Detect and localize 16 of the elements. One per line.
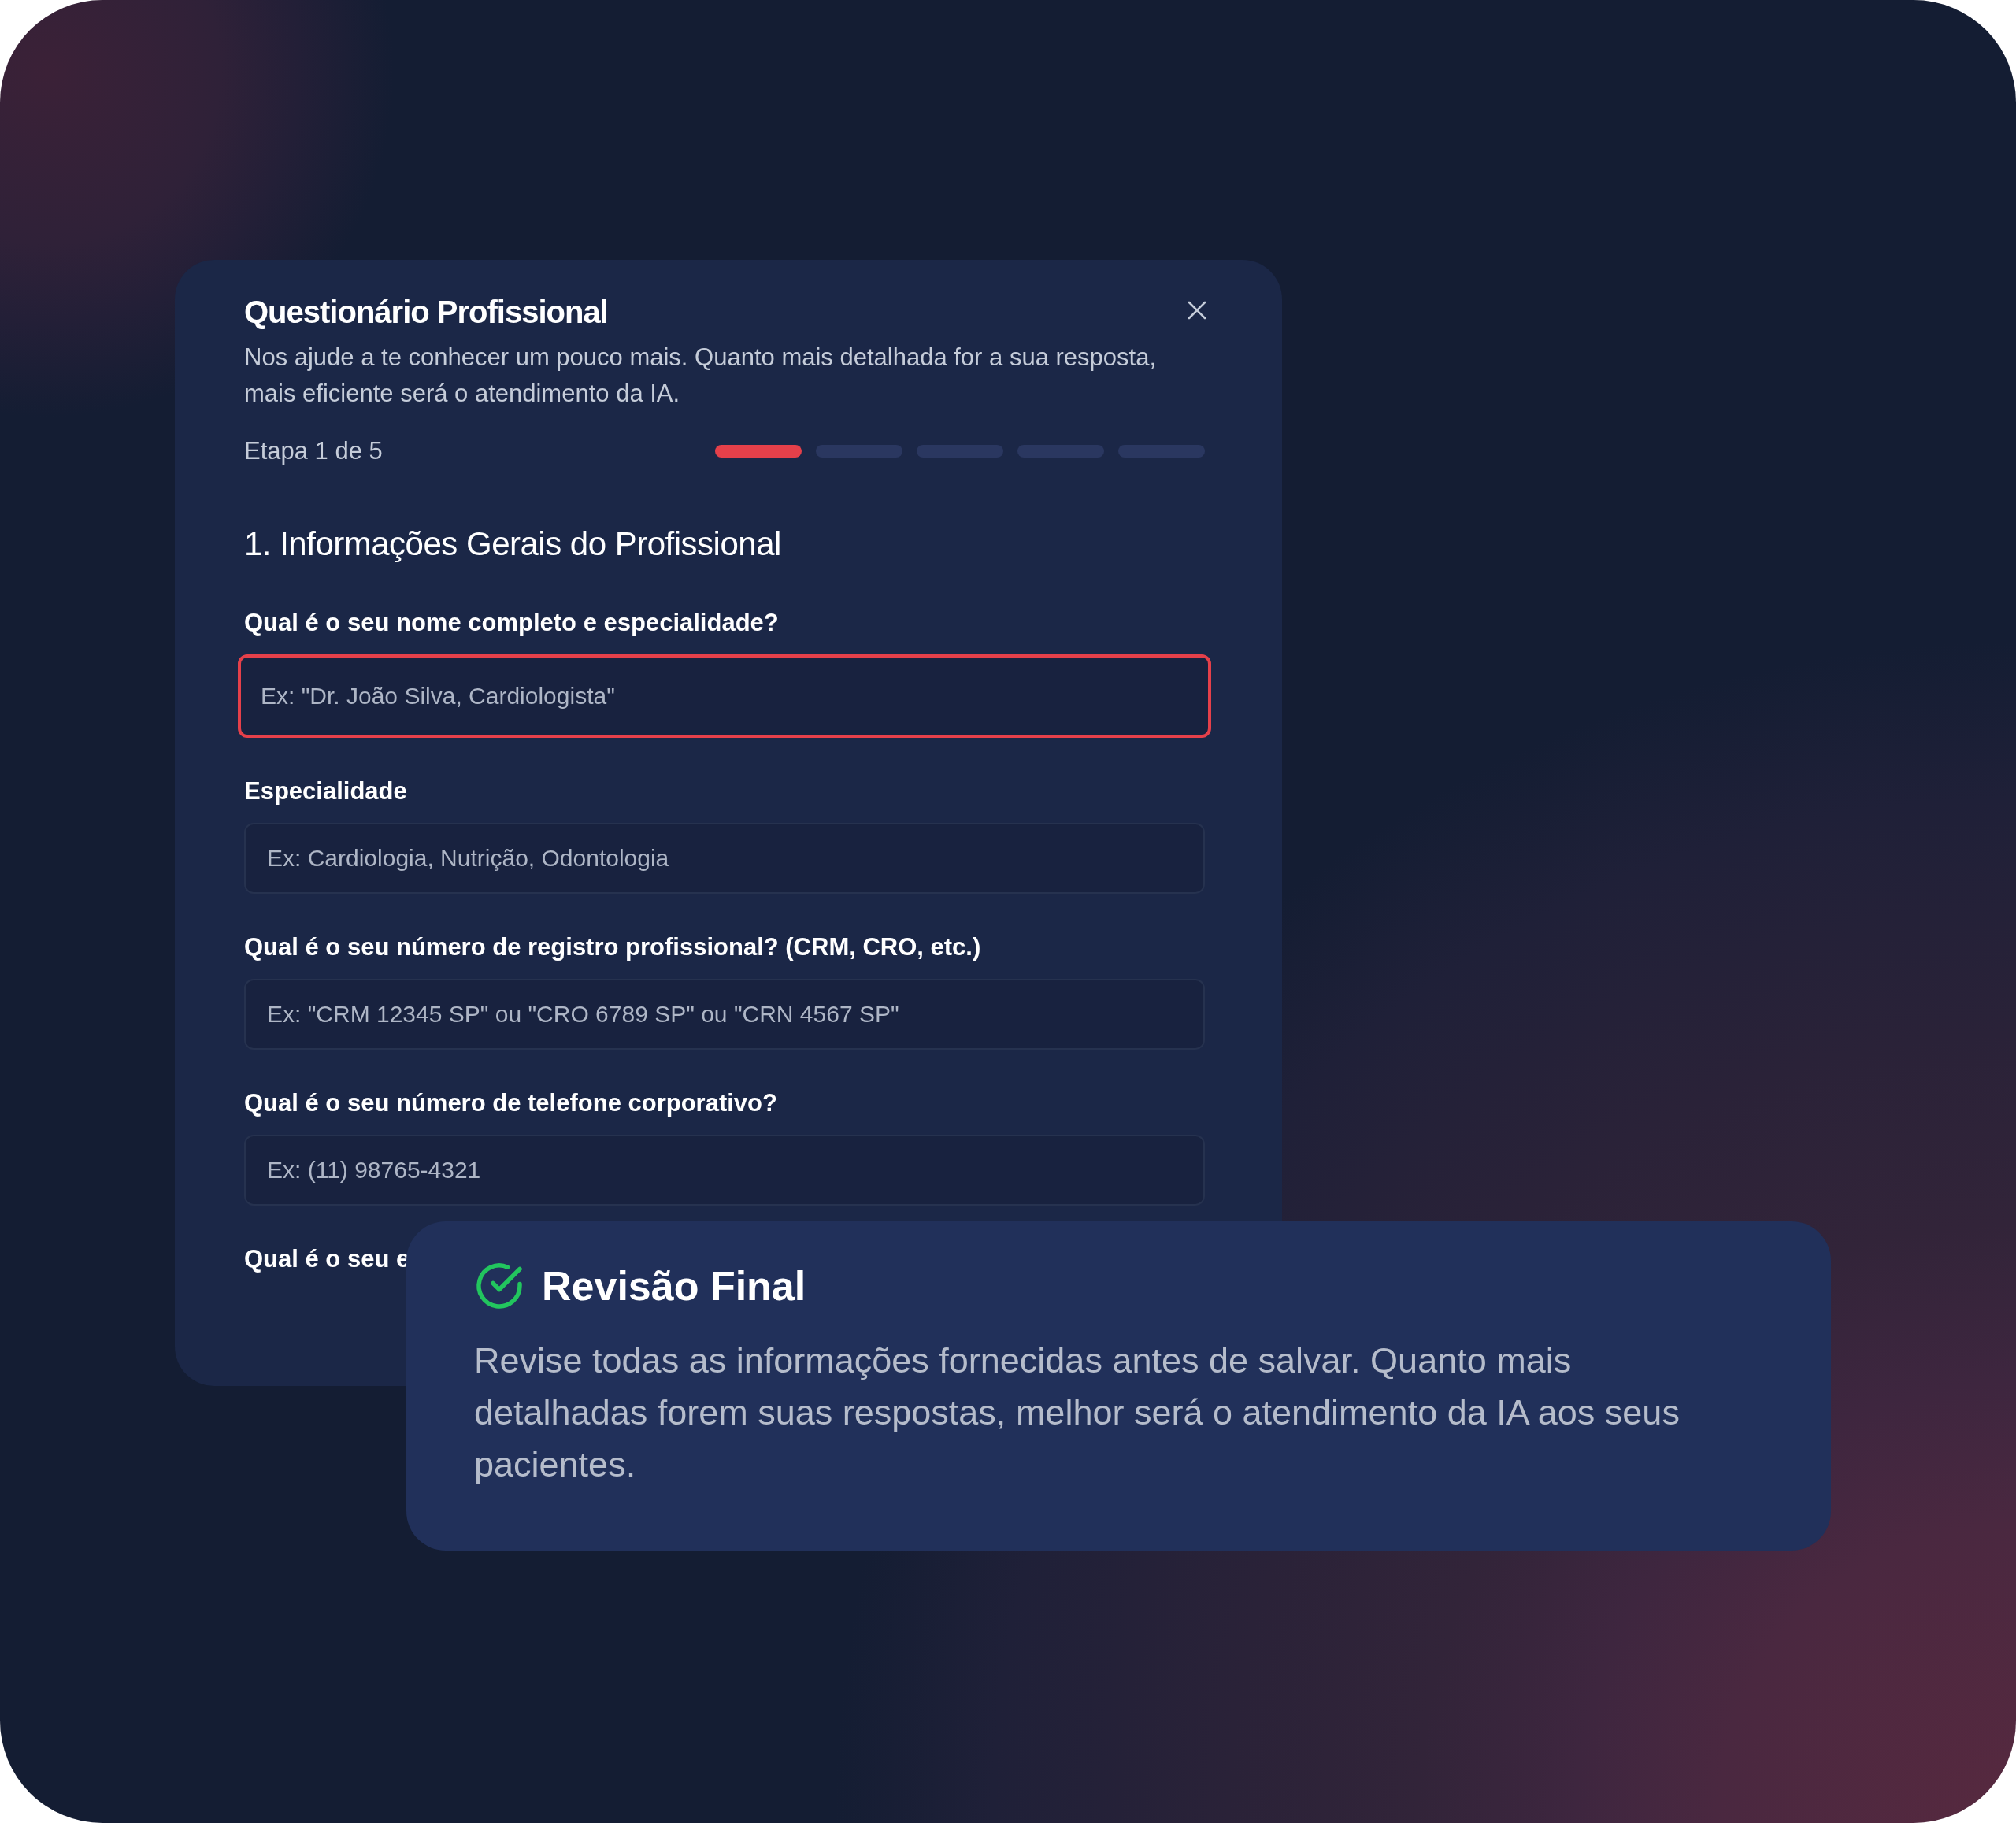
modal-description: Nos ajude a te conhecer um pouco mais. Quanto mais detalhada for a sua resposta, mais eficiente será o atendimento da IA. <box>244 343 1157 409</box>
field-label: Especialidade <box>244 777 407 806</box>
review-title: Revisão Final <box>542 1262 806 1310</box>
field-label: Qual é o seu número de registro profissional? (CRM, CRO, etc.) <box>244 933 981 962</box>
input-field[interactable]: Ex: "CRM 12345 SP" ou "CRO 6789 SP" ou "CRN 4567 SP" <box>244 979 1205 1050</box>
field-label: Qual é o seu nome completo e especialidade? <box>244 609 779 637</box>
close-icon[interactable] <box>1188 301 1206 320</box>
field-label: Qual é o seu número de telefone corporativo? <box>244 1089 777 1117</box>
input-field[interactable]: Ex: (11) 98765-4321 <box>244 1135 1205 1206</box>
input-field[interactable]: Ex: "Dr. João Silva, Cardiologista" <box>238 654 1211 738</box>
modal-title: Questionário Profissional <box>244 295 608 330</box>
review-text: Revise todas as informações fornecidas antes de salvar. Quanto mais detalhadas forem suas respostas, melhor será o atendimento da IA aos seus pacientes. <box>474 1339 1681 1486</box>
input-field[interactable]: Ex: Cardiologia, Nutrição, Odontologia <box>244 823 1205 894</box>
step-label: Etapa 1 de 5 <box>244 437 383 465</box>
check-circle-icon <box>474 1261 524 1311</box>
section-title: 1. Informações Gerais do Profissional <box>244 525 782 563</box>
